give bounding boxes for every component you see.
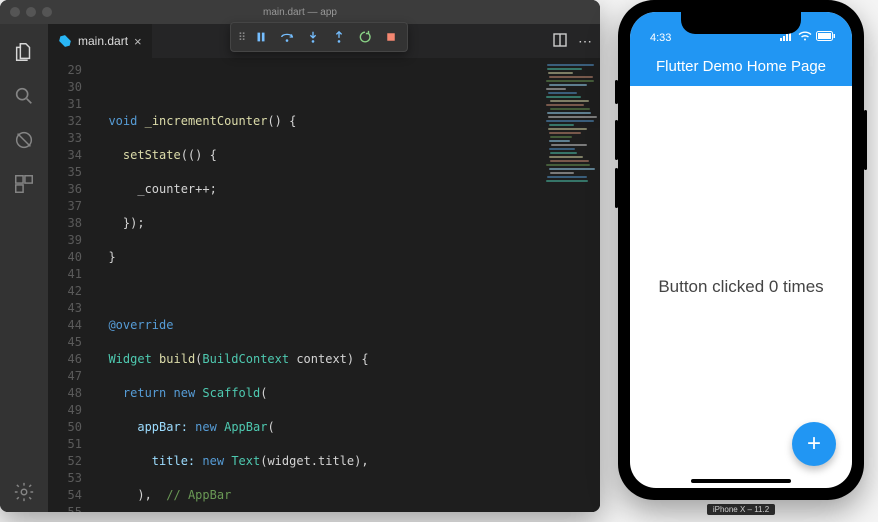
- split-editor-icon[interactable]: [552, 32, 568, 51]
- explorer-icon[interactable]: [0, 32, 48, 72]
- tab-main-dart[interactable]: main.dart ×: [48, 24, 153, 58]
- floating-action-button[interactable]: +: [792, 422, 836, 466]
- step-out-button[interactable]: [328, 26, 350, 48]
- pause-button[interactable]: [250, 26, 272, 48]
- traffic-lights[interactable]: [10, 7, 52, 17]
- plus-icon: +: [807, 430, 821, 458]
- editor-actions: ⋯: [552, 24, 600, 58]
- iphone-simulator: 4:33 Flutter Demo Home Page Button click…: [618, 0, 864, 500]
- close-dot[interactable]: [10, 7, 20, 17]
- tab-label: main.dart: [78, 34, 128, 48]
- mute-switch: [615, 80, 618, 104]
- line-gutter: 2930313233343536373839404142434445464748…: [48, 58, 90, 512]
- activity-bar: [0, 24, 48, 512]
- body-text: Button clicked 0 times: [658, 277, 823, 297]
- wifi-icon: [798, 31, 812, 44]
- window-title: main.dart — app: [0, 7, 600, 18]
- zoom-dot[interactable]: [42, 7, 52, 17]
- app-title: Flutter Demo Home Page: [656, 58, 826, 75]
- notch: [681, 12, 801, 34]
- side-button: [864, 110, 867, 170]
- restart-button[interactable]: [354, 26, 376, 48]
- extensions-icon[interactable]: [0, 164, 48, 204]
- titlebar: main.dart — app: [0, 0, 600, 24]
- minimize-dot[interactable]: [26, 7, 36, 17]
- step-into-button[interactable]: [302, 26, 324, 48]
- minimap[interactable]: [540, 58, 600, 512]
- tab-close-icon[interactable]: ×: [134, 34, 142, 49]
- app-bar: Flutter Demo Home Page: [630, 46, 852, 86]
- vscode-window: main.dart — app ⠿: [0, 0, 600, 512]
- volume-up: [615, 120, 618, 160]
- search-icon[interactable]: [0, 76, 48, 116]
- dart-file-icon: [58, 34, 72, 48]
- stop-button[interactable]: [380, 26, 402, 48]
- simulator-label: iPhone X – 11.2: [707, 504, 775, 515]
- battery-icon: [816, 31, 836, 44]
- debug-icon[interactable]: [0, 120, 48, 160]
- settings-gear-icon[interactable]: [0, 472, 48, 512]
- drag-handle-icon[interactable]: ⠿: [236, 31, 246, 44]
- step-over-button[interactable]: [276, 26, 298, 48]
- more-actions-icon[interactable]: ⋯: [578, 33, 592, 50]
- code-area[interactable]: void _incrementCounter() { setState(() {…: [90, 58, 600, 512]
- code-editor[interactable]: 2930313233343536373839404142434445464748…: [48, 58, 600, 512]
- home-indicator[interactable]: [691, 479, 791, 483]
- phone-screen: 4:33 Flutter Demo Home Page Button click…: [630, 12, 852, 488]
- status-time: 4:33: [650, 32, 671, 44]
- debug-toolbar[interactable]: ⠿: [230, 22, 408, 52]
- volume-down: [615, 168, 618, 208]
